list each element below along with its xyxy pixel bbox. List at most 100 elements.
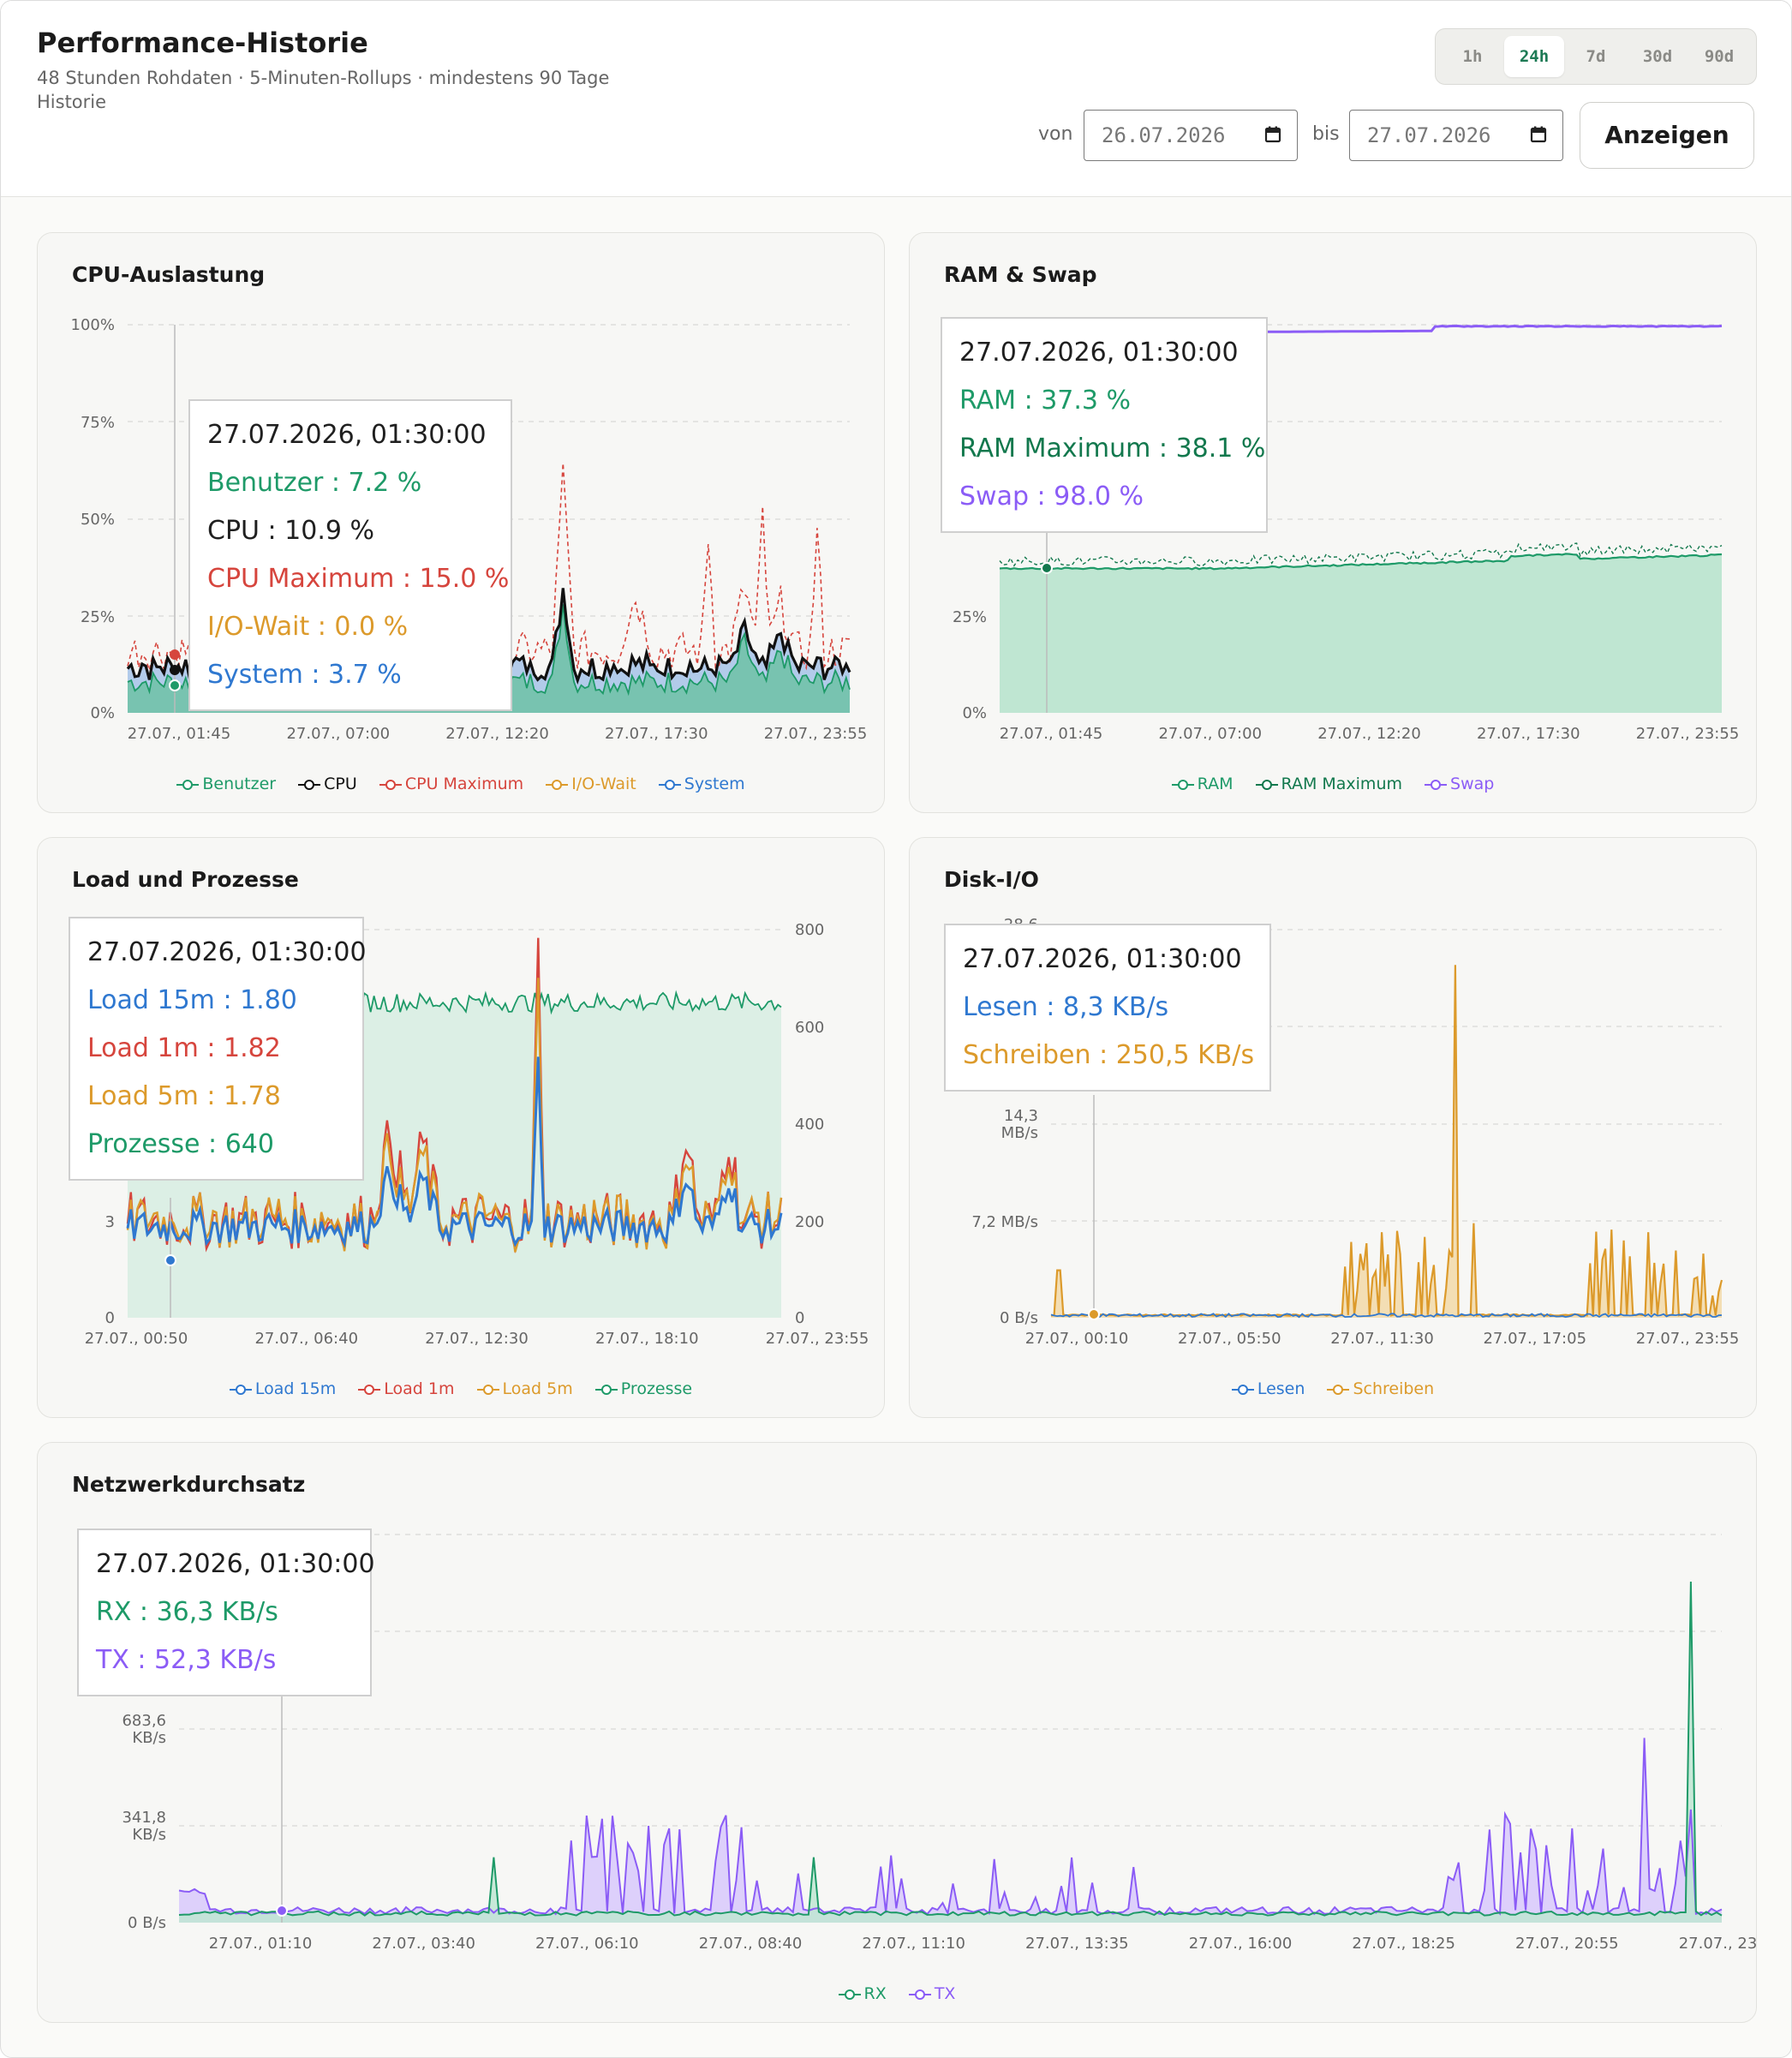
legend-item-ram-max[interactable]: RAM Maximum <box>1255 775 1402 793</box>
y-tick-label: 0 B/s <box>128 1914 166 1932</box>
legend-item-io-wait[interactable]: I/O-Wait <box>546 775 636 793</box>
x-tick-label: 27.07., 20:55 <box>1515 1935 1619 1953</box>
y-tick-label: 600 <box>795 1019 824 1037</box>
x-tick-label: 27.07., 13:35 <box>1025 1935 1129 1953</box>
x-tick-label: 27.07., 06:40 <box>254 1330 358 1348</box>
x-tick-label: 27.07., 17:05 <box>1483 1330 1586 1348</box>
x-tick-label: 27.07., 06:10 <box>535 1935 639 1953</box>
x-tick-label: 27.07., 12:30 <box>425 1330 529 1348</box>
y-tick-label: 683,6 <box>122 1712 166 1730</box>
chart-legend: Lesen Schreiben <box>910 1379 1756 1398</box>
from-date-value: 26.07.2026 <box>1102 123 1226 147</box>
range-button-90d[interactable]: 90d <box>1689 36 1749 77</box>
x-tick-label: 27.07., 01:10 <box>209 1935 313 1953</box>
y-tick-label: MB/s <box>1001 1124 1038 1142</box>
cursor-dot <box>1041 562 1053 574</box>
cursor-dot <box>169 679 181 691</box>
x-tick-label: 27.07., 03:40 <box>372 1935 475 1953</box>
x-tick-label: 27.07., 00:10 <box>1025 1330 1129 1348</box>
calendar-icon[interactable] <box>1530 126 1547 143</box>
cursor-dot <box>170 665 180 675</box>
legend-item-cpu-max[interactable]: CPU Maximum <box>379 775 523 793</box>
chart-legend: RAM RAM Maximum Swap <box>910 775 1756 793</box>
disk-io-panel: Disk-I/O 28,614,3MB/s7,2 MB/s0 B/s27.07.… <box>909 837 1757 1418</box>
calendar-icon[interactable] <box>1264 126 1281 143</box>
chart-legend: RX TX <box>38 1984 1756 2003</box>
network-throughput-panel: Netzwerkdurchsatz 683,6 KB/s 341,8 KB/s 0 B/… <box>37 1442 1757 2023</box>
chart-legend: Benutzer CPU CPU Maximum I/O-Wait System <box>38 775 884 793</box>
y-tick-label: 25% <box>953 608 987 626</box>
cpu-usage-panel: CPU-Auslastung 100% 75% 50% 25% 0% 27.07., 01… <box>37 232 885 813</box>
y-tick-label: KB/s <box>132 1826 166 1844</box>
x-tick-label: 27.07., 07:00 <box>286 725 390 743</box>
legend-item-cpu[interactable]: CPU <box>298 775 357 793</box>
x-tick-label: 27.07., 00:50 <box>85 1330 188 1348</box>
from-label: von <box>1038 123 1073 145</box>
page-title: Performance-Historie <box>37 27 368 59</box>
from-date-input[interactable]: 26.07.2026 <box>1084 110 1298 161</box>
legend-item-tx[interactable]: TX <box>908 1984 955 2003</box>
y-tick-label: 800 <box>795 921 824 939</box>
x-tick-label: 27.07., 23:55 <box>764 725 868 743</box>
to-date-input[interactable]: 27.07.2026 <box>1349 110 1563 161</box>
range-button-24h[interactable]: 24h <box>1504 36 1564 77</box>
x-tick-label: 27.07., 23:55 <box>1636 725 1740 743</box>
legend-item-load-15m[interactable]: Load 15m <box>229 1379 336 1398</box>
legend-item-load-1m[interactable]: Load 1m <box>358 1379 454 1398</box>
legend-item-load-5m[interactable]: Load 5m <box>476 1379 573 1398</box>
x-tick-label: 27.07., 12:20 <box>1317 725 1421 743</box>
time-range-selector: 1h 24h 7d 30d 90d <box>1435 28 1757 85</box>
y-tick-label: 14,3 <box>1004 1107 1038 1125</box>
x-tick-label: 27.07., 05:50 <box>1178 1330 1281 1348</box>
x-tick-label: 27.07., 17:30 <box>1477 725 1580 743</box>
x-tick-label: 27.07., 23:55 <box>1679 1935 1756 1953</box>
y-tick-label: KB/s <box>132 1729 166 1747</box>
to-label: bis <box>1312 123 1340 145</box>
range-button-30d[interactable]: 30d <box>1628 36 1687 77</box>
range-button-1h[interactable]: 1h <box>1443 36 1502 77</box>
load-processes-panel: Load und Prozesse 3 0 800 600 400 200 0 27.07.,… <box>37 837 885 1418</box>
x-tick-label: 27.07., 17:30 <box>605 725 708 743</box>
chart-tooltip: 27.07.2026, 01:30:00 Load 15m : 1.80 Loa… <box>69 917 367 1181</box>
x-tick-label: 27.07., 08:40 <box>699 1935 803 1953</box>
chart-legend: Load 15m Load 1m Load 5m Prozesse <box>38 1379 884 1398</box>
x-tick-label: 27.07., 18:10 <box>595 1330 699 1348</box>
y-tick-label: 0 B/s <box>1000 1309 1038 1327</box>
x-tick-label: 27.07., 07:00 <box>1158 725 1262 743</box>
chart-tooltip: 27.07.2026, 01:30:00 Lesen : 8,3 KB/s Sc… <box>944 924 1271 1092</box>
x-tick-label: 27.07., 01:45 <box>128 725 231 743</box>
ram-swap-panel: RAM & Swap 25% 0% 27.07., 01:45 27.07., 07:… <box>909 232 1757 813</box>
x-tick-label: 27.07., 18:25 <box>1352 1935 1455 1953</box>
legend-item-system[interactable]: System <box>658 775 745 793</box>
legend-item-ram[interactable]: RAM <box>1171 775 1233 793</box>
ram-area <box>1000 553 1722 713</box>
to-date-value: 27.07.2026 <box>1367 123 1491 147</box>
page-header: Performance-Historie 48 Stunden Rohdaten… <box>1 1 1791 197</box>
y-tick-label: 0 <box>795 1309 804 1327</box>
y-tick-label: 0% <box>90 704 115 722</box>
chart-tooltip: 27.07.2026, 01:30:00 RAM : 37.3 % RAM Ma… <box>941 317 1268 533</box>
y-tick-label: 0 <box>105 1309 115 1327</box>
legend-item-swap[interactable]: Swap <box>1425 775 1494 793</box>
legend-item-read[interactable]: Lesen <box>1231 1379 1305 1398</box>
y-tick-label: 100% <box>71 316 115 334</box>
x-tick-label: 27.07., 11:10 <box>862 1935 965 1953</box>
y-tick-label: 341,8 <box>122 1809 166 1827</box>
y-tick-label: 0% <box>962 704 987 722</box>
show-button[interactable]: Anzeigen <box>1580 102 1754 169</box>
range-button-7d[interactable]: 7d <box>1566 36 1626 77</box>
chart-tooltip: 27.07.2026, 01:30:00 RX : 36,3 KB/s TX :… <box>77 1529 375 1696</box>
x-tick-label: 27.07., 12:20 <box>445 725 549 743</box>
y-tick-label: 7,2 MB/s <box>971 1213 1038 1231</box>
x-tick-label: 27.07., 23:55 <box>1636 1330 1740 1348</box>
legend-item-user[interactable]: Benutzer <box>176 775 276 793</box>
cursor-dot <box>1088 1308 1100 1320</box>
legend-item-processes[interactable]: Prozesse <box>594 1379 692 1398</box>
y-tick-label: 200 <box>795 1213 824 1231</box>
cursor-dot <box>164 1254 176 1266</box>
x-tick-label: 27.07., 11:30 <box>1330 1330 1434 1348</box>
cursor-dot <box>170 649 180 660</box>
y-tick-label: 3 <box>105 1213 115 1231</box>
legend-item-rx[interactable]: RX <box>838 1984 887 2003</box>
legend-item-write[interactable]: Schreiben <box>1327 1379 1434 1398</box>
